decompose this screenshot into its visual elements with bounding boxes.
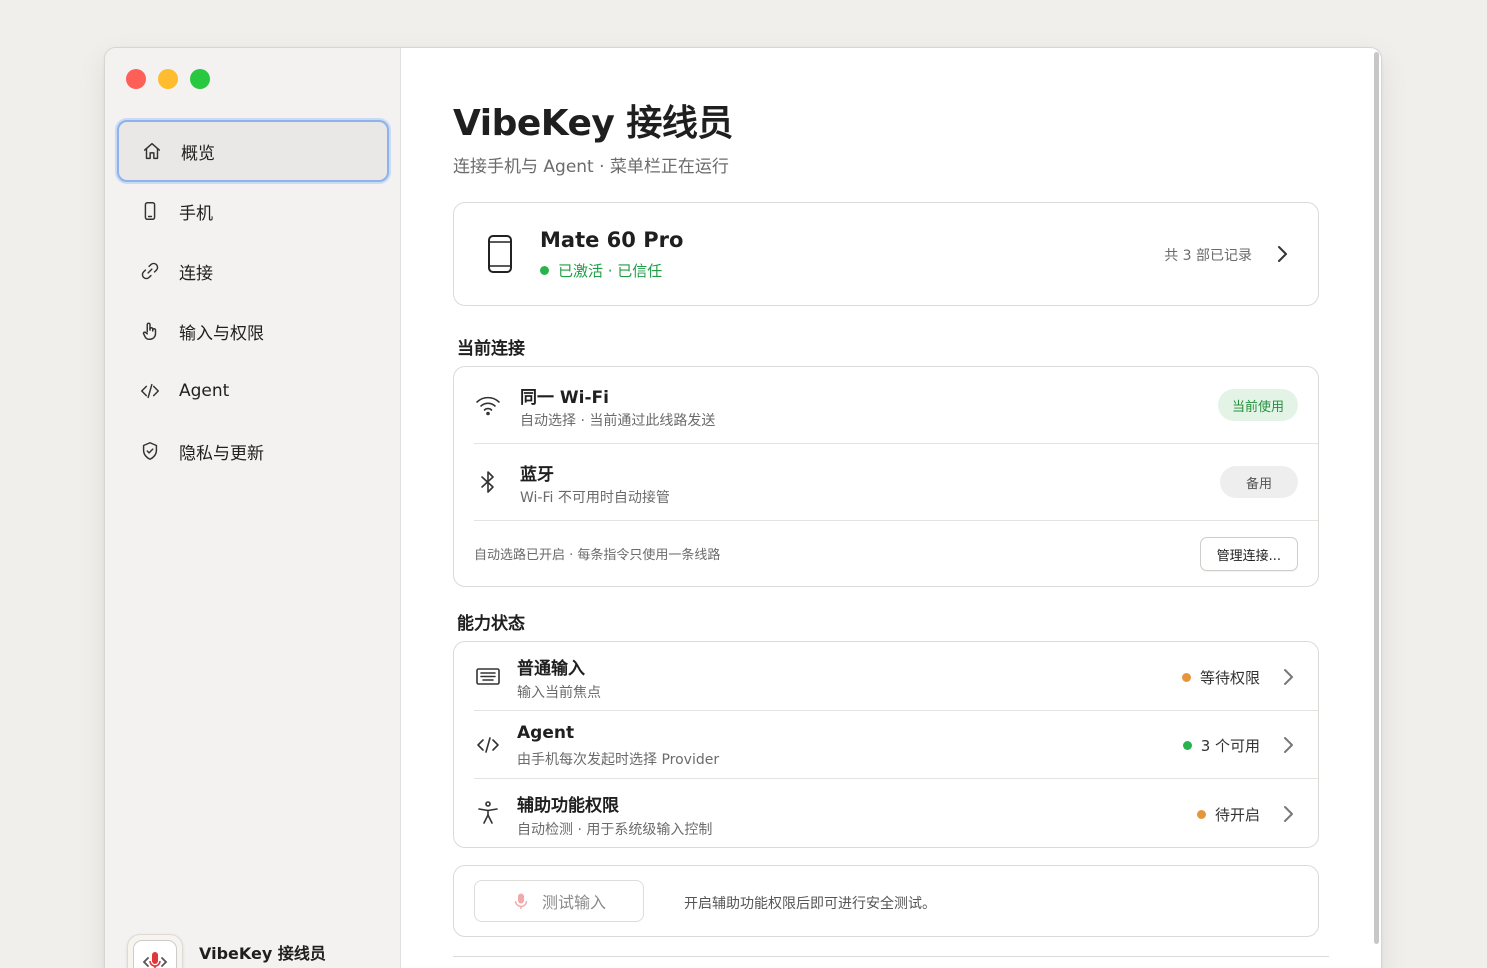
capability-status: 等待权限 (1181, 667, 1260, 688)
sidebar-nav: 概览 手机 连接 输入与权限 Agent 隐私与更新 (117, 120, 389, 480)
sidebar-item-input-permissions[interactable]: 输入与权限 (117, 300, 389, 362)
sidebar-item-agent[interactable]: Agent (117, 360, 389, 422)
shield-check-icon (139, 440, 161, 462)
close-window-button[interactable] (126, 69, 146, 89)
status-badge: 当前使用 (1217, 389, 1298, 421)
connection-subtitle: Wi-Fi 不可用时自动接管 (520, 490, 670, 506)
home-icon (141, 140, 163, 162)
connection-row-wifi[interactable]: 同一 Wi-Fi 自动选择 · 当前通过此线路发送 当前使用 (454, 367, 1318, 444)
status-dot (540, 266, 549, 275)
connections-card: 同一 Wi-Fi 自动选择 · 当前通过此线路发送 当前使用 蓝牙 Wi-Fi … (453, 366, 1319, 587)
microphone-icon (514, 893, 528, 909)
status-dot (1181, 673, 1191, 682)
phone-icon (484, 233, 518, 281)
main-content: VibeKey 接线员 连接手机与 Agent · 菜单栏正在运行 Mate 6… (401, 48, 1381, 968)
divider (453, 956, 1329, 957)
connections-heading: 当前连接 (457, 339, 525, 359)
sidebar-item-label: 连接 (179, 263, 213, 284)
code-icon (474, 731, 502, 759)
sidebar-item-overview[interactable]: 概览 (117, 120, 389, 182)
divider (474, 520, 1318, 521)
capability-row-agent[interactable]: Agent 由手机每次发起时选择 Provider 3 个可用 (454, 711, 1318, 779)
device-status: 已激活 · 已信任 (540, 260, 662, 281)
sidebar-item-connection[interactable]: 连接 (117, 240, 389, 302)
microphone-icon (142, 952, 168, 968)
window-controls (126, 69, 210, 89)
chevron-right-icon (1282, 736, 1294, 754)
status-dot (1196, 810, 1206, 819)
zoom-window-button[interactable] (190, 69, 210, 89)
hand-pointer-icon (139, 320, 161, 342)
capability-status: 待开启 (1196, 804, 1260, 825)
bluetooth-icon (474, 468, 502, 496)
test-hint: 开启辅助功能权限后即可进行安全测试。 (684, 896, 936, 912)
capability-title: 普通输入 (517, 659, 585, 679)
capability-row-input[interactable]: 普通输入 输入当前焦点 等待权限 (454, 642, 1318, 711)
connections-footer-text: 自动选路已开启 · 每条指令只使用一条线路 (474, 548, 721, 563)
capability-status-text: 等待权限 (1199, 669, 1260, 687)
scrollbar[interactable] (1374, 52, 1379, 944)
device-name: Mate 60 Pro (540, 228, 684, 252)
sidebar-item-label: Agent (179, 381, 230, 401)
phone-icon (139, 200, 161, 222)
sidebar-item-label: 手机 (179, 203, 213, 224)
capability-row-accessibility[interactable]: 辅助功能权限 自动检测 · 用于系统级输入控制 待开启 (454, 779, 1318, 849)
minimize-window-button[interactable] (158, 69, 178, 89)
connection-row-bluetooth[interactable]: 蓝牙 Wi-Fi 不可用时自动接管 备用 (454, 444, 1318, 521)
sidebar-item-label: 隐私与更新 (179, 443, 264, 464)
sidebar-item-privacy-updates[interactable]: 隐私与更新 (117, 420, 389, 482)
app-window: 概览 手机 连接 输入与权限 Agent 隐私与更新 VibeKey 接线员 V… (104, 47, 1382, 968)
connection-subtitle: 自动选择 · 当前通过此线路发送 (520, 413, 716, 429)
sidebar: 概览 手机 连接 输入与权限 Agent 隐私与更新 VibeKey 接线员 (105, 48, 401, 968)
keyboard-icon (474, 662, 502, 690)
manage-connections-button[interactable]: 管理连接... (1199, 537, 1298, 571)
test-input-button[interactable]: 测试输入 (474, 880, 644, 922)
device-count: 共 3 部已记录 (1164, 248, 1252, 264)
test-input-label: 测试输入 (541, 893, 606, 912)
capability-subtitle: 自动检测 · 用于系统级输入控制 (517, 822, 713, 838)
capabilities-card: 普通输入 输入当前焦点 等待权限 Agent 由手机每次发起时选择 Provid… (453, 641, 1319, 848)
capability-subtitle: 输入当前焦点 (517, 685, 601, 701)
chevron-right-icon (1282, 805, 1294, 823)
page-title: VibeKey 接线员 (453, 103, 733, 144)
capability-status: 3 个可用 (1182, 735, 1260, 756)
code-icon (139, 380, 161, 402)
app-logo (127, 934, 183, 968)
page-subtitle: 连接手机与 Agent · 菜单栏正在运行 (453, 157, 729, 177)
sidebar-item-phone[interactable]: 手机 (117, 180, 389, 242)
app-name: VibeKey 接线员 (199, 944, 326, 963)
link-icon (139, 260, 161, 282)
sidebar-item-label: 输入与权限 (179, 323, 264, 344)
capabilities-heading: 能力状态 (457, 614, 525, 634)
capability-status-text: 3 个可用 (1200, 737, 1260, 755)
app-footer: VibeKey 接线员 (127, 934, 326, 968)
capability-subtitle: 由手机每次发起时选择 Provider (517, 752, 720, 768)
device-card[interactable]: Mate 60 Pro 已激活 · 已信任 共 3 部已记录 (453, 202, 1319, 306)
wifi-icon (474, 391, 502, 419)
capability-title: 辅助功能权限 (517, 796, 619, 816)
accessibility-icon (474, 799, 502, 827)
test-card: 测试输入 开启辅助功能权限后即可进行安全测试。 (453, 865, 1319, 937)
capability-status-text: 待开启 (1214, 806, 1260, 824)
connection-title: 同一 Wi-Fi (520, 388, 609, 408)
status-badge: 备用 (1219, 466, 1298, 498)
device-status-text: 已激活 · 已信任 (558, 262, 663, 280)
sidebar-item-label: 概览 (181, 143, 215, 164)
status-dot (1182, 741, 1192, 750)
capability-title: Agent (517, 723, 575, 743)
chevron-right-icon (1282, 668, 1294, 686)
connection-title: 蓝牙 (520, 465, 554, 485)
chevron-right-icon (1276, 245, 1288, 263)
